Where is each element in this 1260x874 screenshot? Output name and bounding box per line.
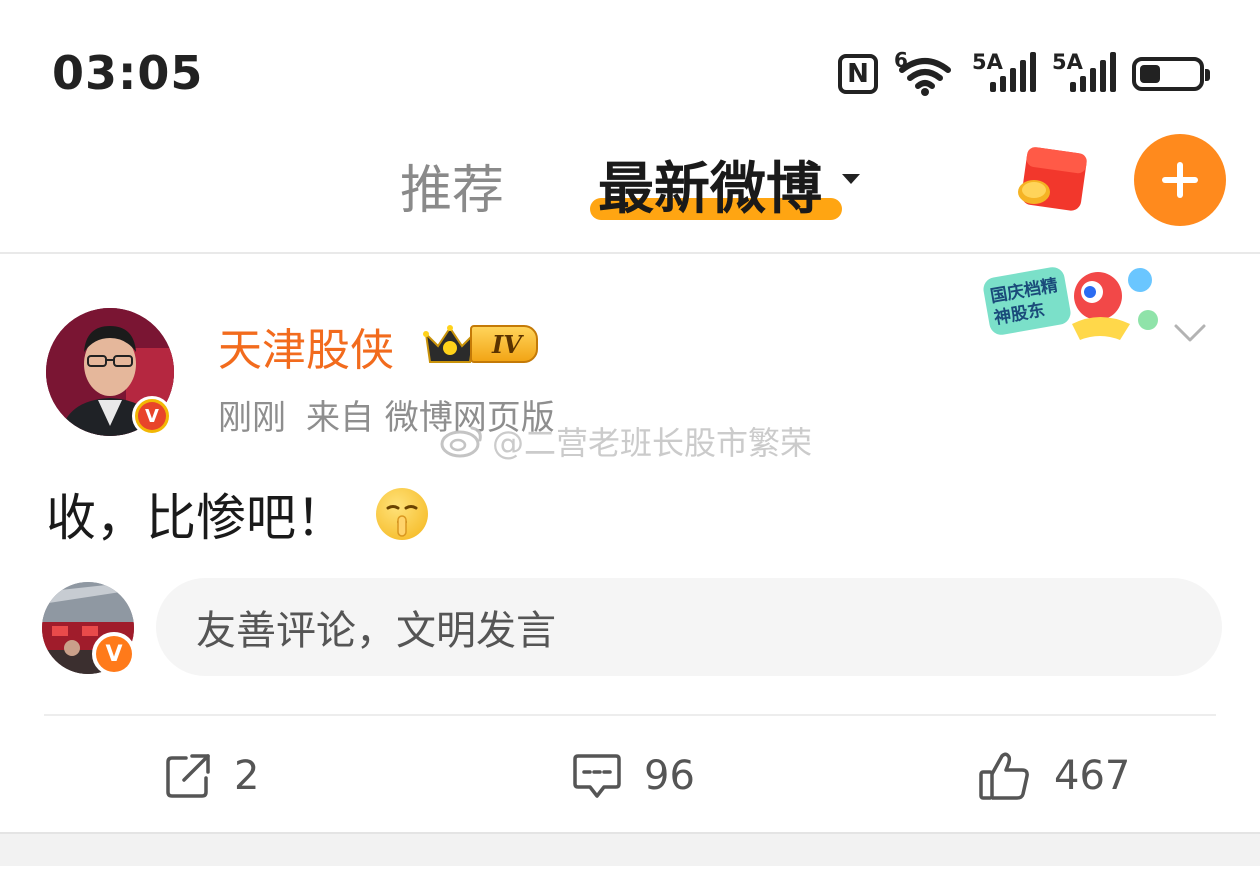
post-content: 收，比惨吧！ [46, 478, 428, 550]
chevron-down-icon[interactable] [842, 174, 860, 184]
feed-separator [0, 832, 1260, 866]
verified-badge-icon: V [92, 632, 136, 676]
level-label: IV [470, 325, 538, 363]
red-packet-icon[interactable] [1010, 146, 1090, 216]
comment-count: 96 [644, 753, 695, 799]
tab-recommended[interactable]: 推荐 [400, 148, 504, 223]
chevron-down-icon[interactable] [1172, 314, 1208, 350]
repost-count: 2 [234, 753, 260, 799]
tab-latest[interactable]: 最新微博 [590, 144, 842, 225]
shush-emoji-icon [376, 488, 428, 540]
like-button[interactable]: 467 [978, 746, 1130, 806]
battery-fill [1140, 65, 1160, 83]
like-count: 467 [1054, 753, 1131, 799]
compose-button[interactable] [1134, 134, 1226, 226]
comment-placeholder: 友善评论，文明发言 [196, 608, 556, 654]
post-text: 收，比惨吧！ [46, 489, 346, 547]
nfc-icon: N [838, 54, 878, 94]
divider [44, 714, 1216, 716]
comment-input[interactable]: 友善评论，文明发言 [156, 578, 1222, 676]
tab-latest-label: 最新微博 [598, 157, 822, 222]
post-time: 刚刚 [218, 398, 286, 438]
divider [0, 252, 1260, 254]
signal-sim1-icon: 5A [972, 50, 1036, 96]
holiday-sticker[interactable]: 国庆档精神股东 [980, 262, 1180, 352]
signal-sim2-icon: 5A [1052, 50, 1116, 96]
watermark-text: @二营老班长股市繁荣 [492, 424, 813, 462]
watermark: @二营老班长股市繁荣 [440, 418, 812, 464]
status-icons: N 6 5A 5A [838, 48, 1210, 100]
battery-icon [1132, 57, 1210, 91]
plus-icon [1162, 162, 1198, 198]
member-level-badge[interactable]: IV [422, 322, 538, 366]
comment-button[interactable]: 96 [572, 746, 695, 806]
weibo-logo-icon [440, 426, 482, 458]
share-icon [166, 754, 210, 798]
wifi-icon: 6 [894, 48, 956, 96]
repost-button[interactable]: 2 [164, 746, 259, 806]
thumbs-up-icon [979, 752, 1029, 800]
verified-badge-icon: V [132, 396, 172, 436]
author-name[interactable]: 天津股侠 [218, 314, 394, 378]
comment-icon [573, 754, 621, 798]
status-time: 03:05 [52, 46, 204, 100]
